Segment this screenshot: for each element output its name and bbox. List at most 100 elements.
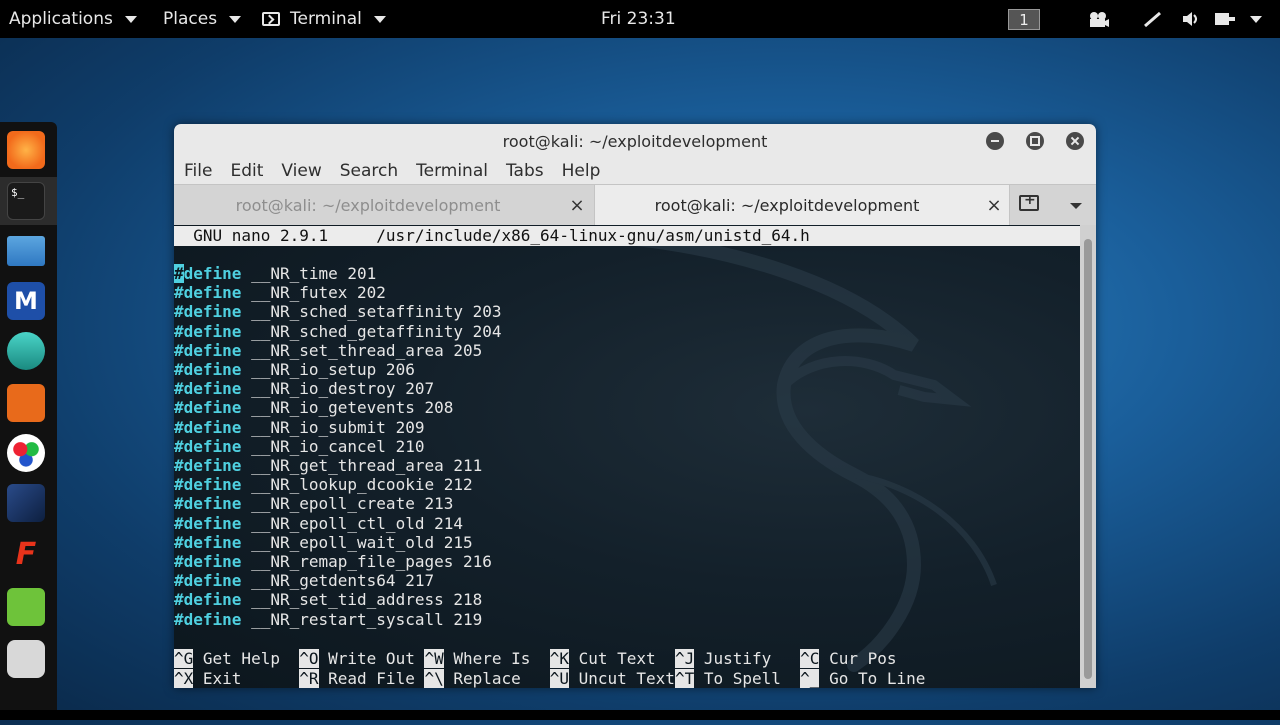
define-keyword: #define	[174, 340, 242, 360]
pen-icon[interactable]	[1143, 10, 1163, 28]
applications-label: Applications	[9, 9, 113, 29]
nano-header: GNU nano 2.9.1 /usr/include/x86_64-linux…	[174, 226, 1080, 246]
menu-bar: File Edit View Search Terminal Tabs Help	[174, 158, 1096, 184]
code-line: #define __NR_time 201	[174, 264, 502, 283]
code-line: #define __NR_io_submit 209	[174, 418, 502, 437]
define-value: __NR_epoll_ctl_old 214	[241, 513, 463, 533]
define-keyword: #define	[174, 398, 242, 418]
close-button[interactable]	[1066, 132, 1084, 150]
define-keyword: #define	[174, 264, 242, 283]
terminal-app-menu[interactable]: Terminal	[262, 0, 386, 38]
shortcut-item[interactable]: ^K Cut Text	[549, 649, 675, 668]
define-keyword: #define	[174, 417, 242, 437]
window-title: root@kali: ~/exploitdevelopment	[502, 131, 768, 151]
code-line: #define __NR_set_thread_area 205	[174, 341, 502, 360]
burpsuite-icon[interactable]	[7, 384, 45, 422]
define-value: __NR_io_destroy 207	[241, 379, 435, 399]
shortcut-item[interactable]: ^R Read File	[299, 668, 424, 688]
define-value: __NR_set_tid_address 218	[241, 590, 483, 610]
tab-2[interactable]: root@kali: ~/exploitdevelopment ×	[594, 185, 1010, 225]
shortcut-label: Replace	[443, 668, 550, 688]
armitage-icon[interactable]	[7, 332, 45, 370]
beef-icon[interactable]	[7, 484, 45, 522]
terminal-icon[interactable]: $_	[7, 182, 45, 220]
shortcut-key: ^C	[800, 649, 820, 668]
code-line: #define __NR_io_destroy 207	[174, 379, 502, 398]
shortcut-item[interactable]: ^C Cur Pos	[800, 649, 925, 668]
maltego-icon[interactable]	[7, 434, 45, 472]
leafpad-icon[interactable]	[7, 588, 45, 626]
menu-help[interactable]: Help	[562, 161, 601, 181]
tab-close-icon[interactable]: ×	[562, 195, 592, 216]
shortcut-label: Cut Text	[568, 649, 675, 668]
code-line: #define __NR_sched_setaffinity 203	[174, 302, 502, 321]
menu-search[interactable]: Search	[340, 161, 398, 181]
shortcut-item[interactable]: ^U Uncut Text	[549, 668, 675, 688]
power-icon[interactable]	[1213, 9, 1237, 29]
shortcut-label: Exit	[193, 668, 300, 688]
shortcut-item[interactable]: ^G Get Help	[174, 649, 299, 668]
define-keyword: #define	[174, 571, 242, 591]
cherrytree-icon[interactable]	[7, 640, 45, 678]
applications-menu[interactable]: Applications	[9, 0, 137, 38]
minimize-button[interactable]	[986, 132, 1004, 150]
menu-tabs[interactable]: Tabs	[506, 161, 544, 181]
new-tab-icon[interactable]	[1019, 192, 1039, 211]
tab-menu-icon[interactable]	[1070, 203, 1082, 209]
define-value: __NR_set_thread_area 205	[241, 340, 483, 360]
metasploit-icon[interactable]: M	[7, 282, 45, 320]
define-keyword: #define	[174, 532, 242, 552]
define-value: __NR_get_thread_area 211	[241, 456, 483, 476]
scrollbar-thumb[interactable]	[1084, 239, 1092, 679]
tab-close-icon[interactable]: ×	[979, 195, 1009, 216]
code-line: #define __NR_sched_getaffinity 204	[174, 322, 502, 341]
tab-1[interactable]: root@kali: ~/exploitdevelopment ×	[174, 185, 592, 225]
shortcut-item[interactable]: ^_ Go To Line	[800, 668, 925, 688]
firefox-icon[interactable]	[7, 131, 45, 169]
files-icon[interactable]	[7, 236, 45, 266]
define-value: __NR_lookup_dcookie 212	[241, 475, 473, 495]
shortcut-item[interactable]: ^T To Spell	[674, 668, 801, 688]
shortcut-key: ^G	[174, 649, 194, 668]
clock[interactable]: Fri 23:31	[601, 0, 676, 38]
chevron-down-icon	[124, 15, 137, 23]
shortcut-item[interactable]: ^O Write Out	[299, 649, 424, 668]
shortcut-key: ^\	[424, 668, 444, 688]
window-titlebar[interactable]: root@kali: ~/exploitdevelopment	[174, 124, 1096, 158]
shortcut-item[interactable]: ^J Justify	[674, 649, 801, 668]
shortcut-item[interactable]: ^W Where Is	[424, 649, 549, 668]
scrollbar[interactable]	[1080, 225, 1096, 688]
places-label: Places	[163, 9, 218, 29]
shortcut-label: Get Help	[193, 649, 300, 668]
shortcut-key: ^O	[299, 649, 319, 668]
shortcut-item[interactable]: ^X Exit	[174, 668, 300, 688]
code-line: #define __NR_set_tid_address 218	[174, 590, 502, 609]
define-value: __NR_sched_getaffinity 204	[241, 321, 502, 341]
define-keyword: #define	[174, 609, 242, 629]
faraday-icon[interactable]: F	[7, 536, 45, 574]
camera-icon[interactable]	[1087, 10, 1109, 28]
menu-file[interactable]: File	[184, 161, 212, 181]
code-line: #define __NR_lookup_dcookie 212	[174, 475, 502, 494]
workspace-indicator[interactable]: 1	[1008, 9, 1040, 30]
shortcut-label: To Spell	[694, 668, 801, 688]
menu-view[interactable]: View	[281, 161, 321, 181]
menu-terminal[interactable]: Terminal	[416, 161, 488, 181]
shortcut-key: ^U	[549, 668, 569, 688]
volume-icon[interactable]	[1181, 9, 1201, 29]
chevron-down-icon[interactable]	[1250, 16, 1262, 23]
shortcut-item[interactable]: ^\ Replace	[424, 668, 550, 688]
shortcut-label: Write Out	[318, 649, 425, 668]
define-keyword: #define	[174, 475, 242, 495]
code-line: #define __NR_io_getevents 208	[174, 398, 502, 417]
terminal-content[interactable]: GNU nano 2.9.1 /usr/include/x86_64-linux…	[174, 225, 1080, 688]
shortcut-label: Justify	[694, 649, 801, 668]
code-line: #define __NR_io_cancel 210	[174, 437, 502, 456]
dock: $_ M F •••	[0, 122, 57, 725]
maximize-button[interactable]	[1026, 132, 1044, 150]
menu-edit[interactable]: Edit	[230, 161, 263, 181]
places-menu[interactable]: Places	[163, 0, 242, 38]
define-keyword: #define	[174, 590, 242, 610]
shortcut-row: ^X Exit ^R Read File ^\ Replace ^U Uncut…	[174, 668, 925, 689]
define-keyword: #define	[174, 321, 242, 341]
